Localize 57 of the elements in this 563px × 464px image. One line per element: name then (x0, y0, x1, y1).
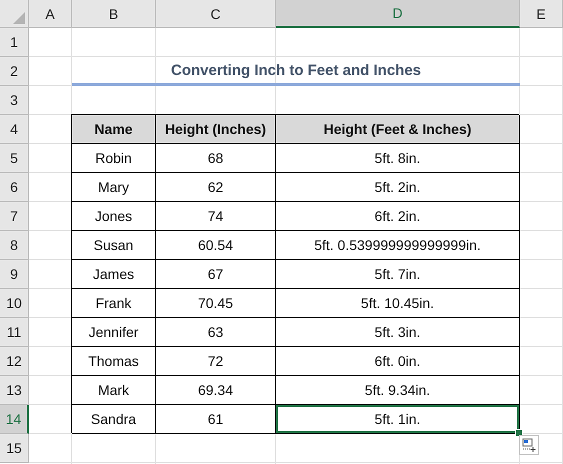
row-header[interactable]: 6 (0, 173, 29, 202)
table-cell[interactable]: 68 (156, 144, 276, 173)
table-cell[interactable]: 5ft. 8in. (276, 144, 520, 173)
column-heading: Name (72, 115, 156, 144)
row-header[interactable]: 12 (0, 347, 29, 376)
clipboard-icon (522, 438, 536, 452)
column-header[interactable]: B (72, 0, 156, 28)
table-cell[interactable]: Susan (72, 231, 156, 260)
column-heading: Height (Inches) (156, 115, 276, 144)
table-cell[interactable]: James (72, 260, 156, 289)
column-header[interactable]: D (276, 0, 520, 28)
sheet-title: Converting Inch to Feet and Inches (72, 57, 520, 86)
row-header[interactable]: 1 (0, 28, 29, 57)
table-cell[interactable]: 5ft. 0.539999999999999in. (276, 231, 520, 260)
table-cell[interactable]: Frank (72, 289, 156, 318)
table-cell[interactable]: 5ft. 10.45in. (276, 289, 520, 318)
paste-options-button[interactable] (519, 435, 539, 455)
table-cell[interactable]: 61 (156, 405, 276, 434)
table-cell[interactable]: 74 (156, 202, 276, 231)
row-header[interactable]: 5 (0, 144, 29, 173)
row-header[interactable]: 9 (0, 260, 29, 289)
table-cell[interactable]: 67 (156, 260, 276, 289)
table-cell[interactable]: 5ft. 9.34in. (276, 376, 520, 405)
table-cell[interactable]: Thomas (72, 347, 156, 376)
row-header[interactable]: 3 (0, 86, 29, 115)
table-cell[interactable]: 69.34 (156, 376, 276, 405)
column-header[interactable]: C (156, 0, 276, 28)
table-cell[interactable]: 62 (156, 173, 276, 202)
column-header[interactable]: A (29, 0, 72, 28)
table-cell[interactable]: 5ft. 3in. (276, 318, 520, 347)
table-cell[interactable]: 5ft. 7in. (276, 260, 520, 289)
column-heading: Height (Feet & Inches) (276, 115, 520, 144)
table-cell[interactable]: Robin (72, 144, 156, 173)
table-cell[interactable]: 70.45 (156, 289, 276, 318)
row-header[interactable]: 15 (0, 434, 29, 463)
table-cell[interactable]: 6ft. 2in. (276, 202, 520, 231)
row-header[interactable]: 2 (0, 57, 29, 86)
table-cell[interactable]: 60.54 (156, 231, 276, 260)
table-cell[interactable]: Sandra (72, 405, 156, 434)
table-cell[interactable]: 72 (156, 347, 276, 376)
row-header[interactable]: 4 (0, 115, 29, 144)
row-header[interactable]: 14 (0, 405, 29, 434)
table-cell[interactable]: 5ft. 1in. (276, 405, 520, 434)
table-cell[interactable]: Mark (72, 376, 156, 405)
table-cell[interactable]: Jennifer (72, 318, 156, 347)
table-cell[interactable]: 6ft. 0in. (276, 347, 520, 376)
table-cell[interactable]: Mary (72, 173, 156, 202)
row-header[interactable]: 11 (0, 318, 29, 347)
table-cell[interactable]: 63 (156, 318, 276, 347)
row-header[interactable]: 8 (0, 231, 29, 260)
row-header[interactable]: 7 (0, 202, 29, 231)
triangle-icon (13, 12, 25, 24)
table-cell[interactable]: 5ft. 2in. (276, 173, 520, 202)
table-cell[interactable]: Jones (72, 202, 156, 231)
row-header[interactable]: 13 (0, 376, 29, 405)
column-header[interactable]: E (520, 0, 563, 28)
row-header[interactable]: 10 (0, 289, 29, 318)
